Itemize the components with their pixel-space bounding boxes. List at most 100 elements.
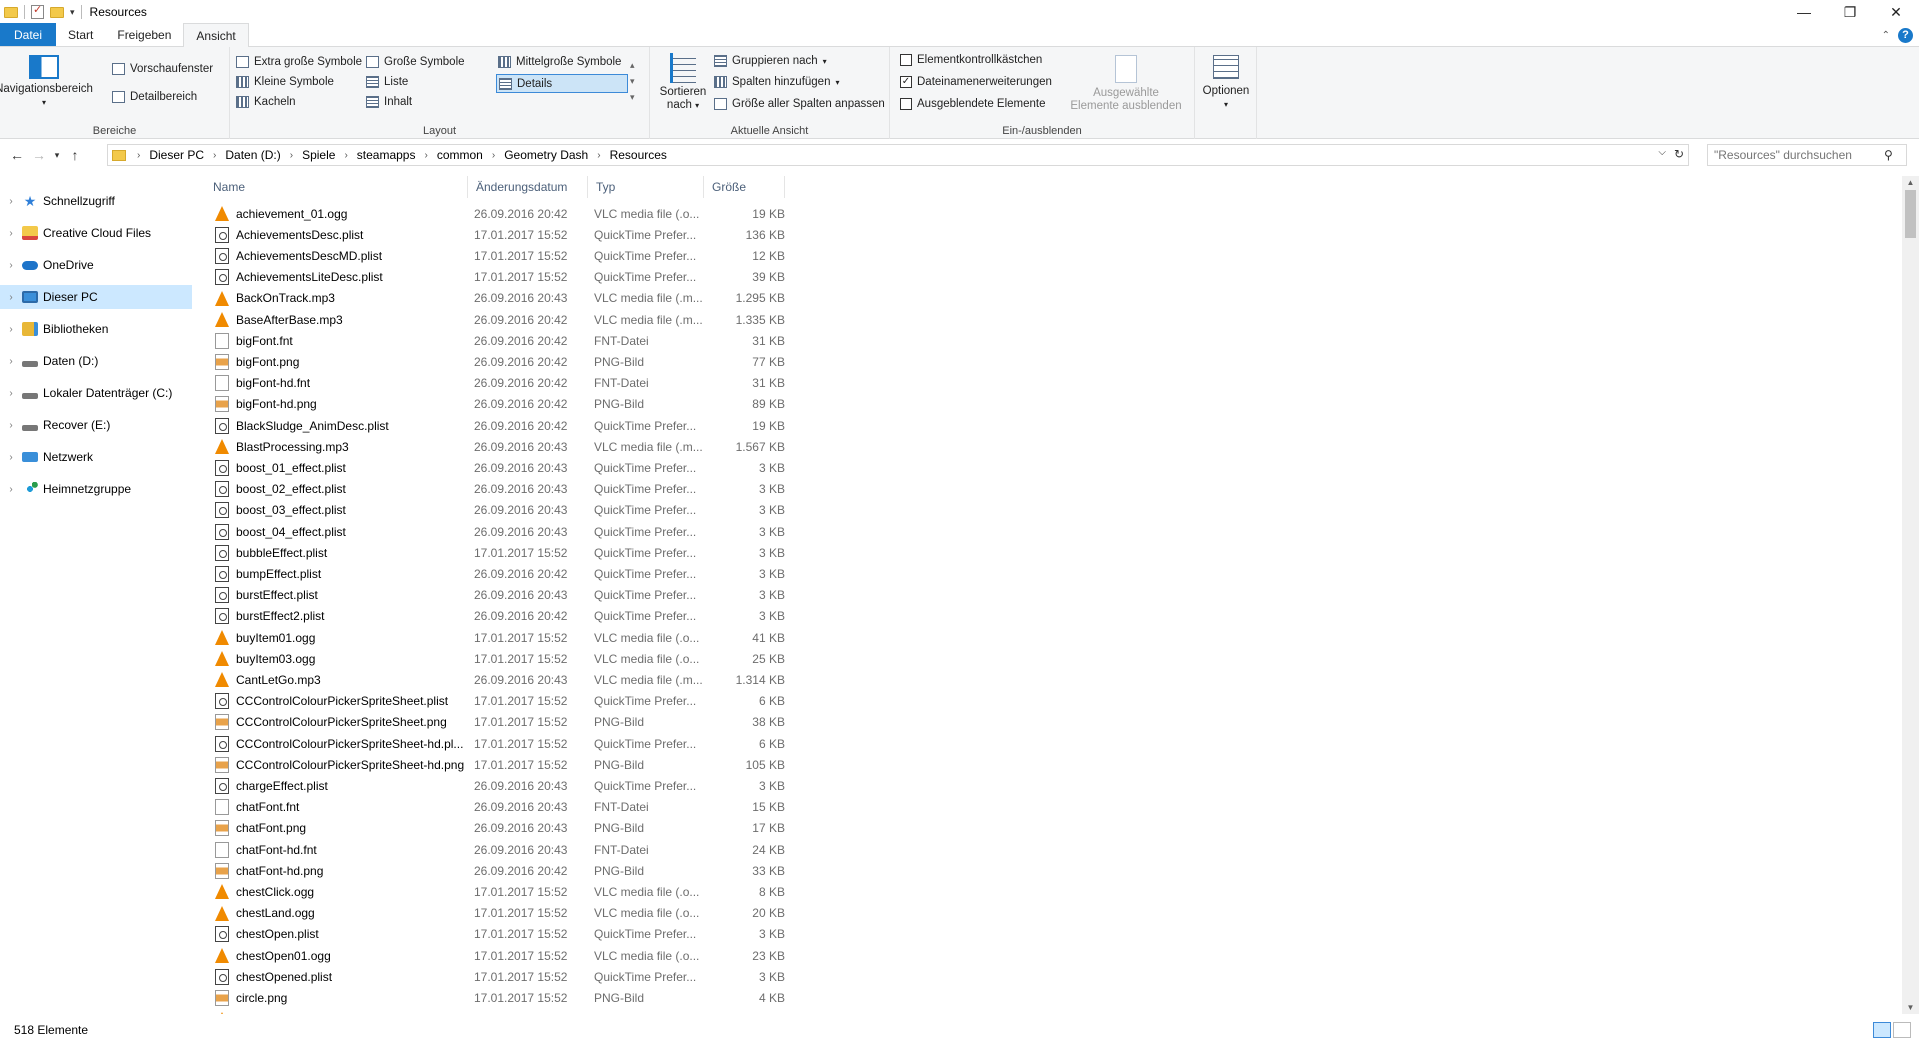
search-box[interactable]: ⚲ [1707,144,1907,166]
file-name-cell[interactable]: bigFont-hd.png [215,396,475,413]
file-name-cell[interactable]: bigFont.fnt [215,332,475,349]
table-row[interactable]: CCControlColourPickerSpriteSheet.png 17.0… [205,712,795,733]
chevron-right-icon[interactable]: › [0,196,22,207]
table-row[interactable]: chestOpen.plist 17.01.2017 15:52 QuickTime… [205,924,795,945]
table-row[interactable]: boost_03_effect.plist 26.09.2016 20:43 Qui… [205,500,795,521]
table-row[interactable]: circle.png 17.01.2017 15:52 PNG-Bild 4 KB [205,987,795,1008]
breadcrumb-resources[interactable]: Resources [606,148,671,162]
tab-start[interactable]: Start [56,23,105,46]
table-row[interactable]: chestLand.ogg 17.01.2017 15:52 VLC media f… [205,903,795,924]
help-icon[interactable]: ? [1898,28,1913,43]
table-row[interactable]: bigFont-hd.png 26.09.2016 20:42 PNG-Bild 89… [205,394,795,415]
chevron-right-icon[interactable]: › [0,484,22,495]
vorschaufenster-button[interactable]: Vorschaufenster [112,63,213,75]
chevron-right-icon[interactable]: › [592,150,605,161]
forward-icon[interactable]: → [28,147,50,163]
table-row[interactable]: AchievementsLiteDesc.plist 17.01.2017 15:… [205,267,795,288]
table-row[interactable]: chestOpen01.ogg 17.01.2017 15:52 VLC media… [205,945,795,966]
chevron-right-icon[interactable]: › [339,150,352,161]
address-bar[interactable]: › Dieser PC › Daten (D:) › Spiele › stea… [107,144,1689,166]
file-name-cell[interactable]: CCControlColourPickerSpriteSheet-hd.png [215,756,475,773]
tab-freigeben[interactable]: Freigeben [105,23,183,46]
chevron-right-icon[interactable]: › [0,292,22,303]
file-name-cell[interactable]: boost_02_effect.plist [215,481,475,498]
back-icon[interactable]: ← [6,147,28,163]
file-name-cell[interactable]: Clutterfunk.mp3 [215,1011,475,1014]
table-row[interactable]: chestOpened.plist 17.01.2017 15:52 QuickTi… [205,966,795,987]
file-name-cell[interactable]: boost_01_effect.plist [215,459,475,476]
table-row[interactable]: chargeEffect.plist 26.09.2016 20:43 QuickT… [205,775,795,796]
chevron-right-icon[interactable]: › [0,228,22,239]
file-name-cell[interactable]: chestClick.ogg [215,884,475,900]
file-name-cell[interactable]: chatFont.png [215,820,475,837]
file-name-cell[interactable]: CCControlColourPickerSpriteSheet.plist [215,693,475,710]
table-row[interactable]: achievement_01.ogg 26.09.2016 20:42 VLC me… [205,203,795,224]
tab-datei[interactable]: Datei [0,23,57,46]
file-name-cell[interactable]: bigFont-hd.fnt [215,375,475,392]
file-name-cell[interactable]: chargeEffect.plist [215,777,475,794]
table-row[interactable]: CCControlColourPickerSpriteSheet.plist 17… [205,691,795,712]
table-row[interactable]: burstEffect2.plist 26.09.2016 20:42 QuickT… [205,606,795,627]
nav-item-bibliotheken[interactable]: › Bibliotheken [0,317,192,341]
table-row[interactable]: Clutterfunk.mp3 26.09.2016 20:43 VLC media… [205,1009,795,1014]
file-name-cell[interactable]: boost_03_effect.plist [215,502,475,519]
scrollbar-thumb[interactable] [1905,190,1916,238]
file-name-cell[interactable]: chestOpen.plist [215,926,475,943]
chevron-right-icon[interactable]: › [0,260,22,271]
new-folder-icon[interactable] [50,6,64,18]
scroll-down-icon[interactable]: ▼ [1902,1003,1919,1012]
minimize-icon[interactable]: — [1781,0,1827,24]
file-name-cell[interactable]: bigFont.png [215,353,475,370]
chevron-right-icon[interactable]: › [0,324,22,335]
table-row[interactable]: bigFont-hd.fnt 26.09.2016 20:42 FNT-Datei 3… [205,373,795,394]
optionen-button[interactable]: Optionen ▾ [1195,55,1257,111]
table-row[interactable]: BlackSludge_AnimDesc.plist 26.09.2016 20:… [205,415,795,436]
table-row[interactable]: AchievementsDesc.plist 17.01.2017 15:52 Qu… [205,224,795,245]
chevron-right-icon[interactable]: › [0,420,22,431]
file-name-cell[interactable]: chestLand.ogg [215,905,475,921]
file-name-cell[interactable]: chatFont.fnt [215,799,475,816]
table-row[interactable]: CCControlColourPickerSpriteSheet-hd.png 1… [205,754,795,775]
file-name-cell[interactable]: burstEffect2.plist [215,608,475,625]
file-name-cell[interactable]: achievement_01.ogg [215,206,475,221]
file-name-cell[interactable]: chestOpened.plist [215,968,475,985]
table-row[interactable]: BlastProcessing.mp3 26.09.2016 20:43 VLC m… [205,436,795,457]
file-name-cell[interactable]: AchievementsLiteDesc.plist [215,269,475,286]
nav-item-dieser-pc[interactable]: › Dieser PC [0,285,192,309]
search-icon[interactable]: ⚲ [1884,148,1893,162]
chevron-right-icon[interactable]: › [0,388,22,399]
table-row[interactable]: boost_04_effect.plist 26.09.2016 20:43 Qui… [205,521,795,542]
recent-locations-icon[interactable]: ▾ [50,150,64,161]
table-row[interactable]: boost_01_effect.plist 26.09.2016 20:43 Qui… [205,457,795,478]
chevron-right-icon[interactable]: › [285,150,298,161]
ausgeblendete-elemente-checkbox[interactable]: Ausgeblendete Elemente [900,98,1046,110]
spalten-hinzufuegen-button[interactable]: Spalten hinzufügen ▾ [714,76,839,88]
file-name-cell[interactable]: BaseAfterBase.mp3 [215,312,475,327]
chevron-right-icon[interactable]: › [419,150,432,161]
table-row[interactable]: boost_02_effect.plist 26.09.2016 20:43 Qui… [205,479,795,500]
breadcrumb-spiele[interactable]: Spiele [298,148,339,162]
table-row[interactable]: chatFont.fnt 26.09.2016 20:43 FNT-Datei 15 … [205,797,795,818]
nav-item-heimnetzgruppe[interactable]: › Heimnetzgruppe [0,477,192,501]
table-row[interactable]: bigFont.fnt 26.09.2016 20:42 FNT-Datei 31 K… [205,330,795,351]
nav-item-netzwerk[interactable]: › Netzwerk [0,445,192,469]
layout-liste[interactable]: Liste [366,76,408,88]
nav-item-recover-e[interactable]: › Recover (E:) [0,413,192,437]
table-row[interactable]: burstEffect.plist 26.09.2016 20:43 QuickTi… [205,585,795,606]
layout-kacheln[interactable]: Kacheln [236,96,296,108]
search-input[interactable] [1714,148,1884,162]
file-name-cell[interactable]: CantLetGo.mp3 [215,672,475,688]
layout-extra-grosse-symbole[interactable]: Extra große Symbole [236,56,362,68]
file-name-cell[interactable]: chatFont-hd.png [215,862,475,879]
table-row[interactable]: CantLetGo.mp3 26.09.2016 20:43 VLC media f… [205,669,795,690]
file-name-cell[interactable]: AchievementsDesc.plist [215,226,475,243]
layout-grosse-symbole[interactable]: Große Symbole [366,56,465,68]
file-name-cell[interactable]: bumpEffect.plist [215,565,475,582]
file-name-cell[interactable]: BackOnTrack.mp3 [215,290,475,306]
file-name-cell[interactable]: bubbleEffect.plist [215,544,475,561]
table-row[interactable]: bigFont.png 26.09.2016 20:42 PNG-Bild 77 KB [205,351,795,372]
elementkontrollkaestchen-checkbox[interactable]: Elementkontrollkästchen [900,54,1042,66]
table-row[interactable]: bumpEffect.plist 26.09.2016 20:42 QuickTim… [205,563,795,584]
properties-icon[interactable] [31,3,44,19]
column-header-typ[interactable]: Typ [588,176,704,198]
